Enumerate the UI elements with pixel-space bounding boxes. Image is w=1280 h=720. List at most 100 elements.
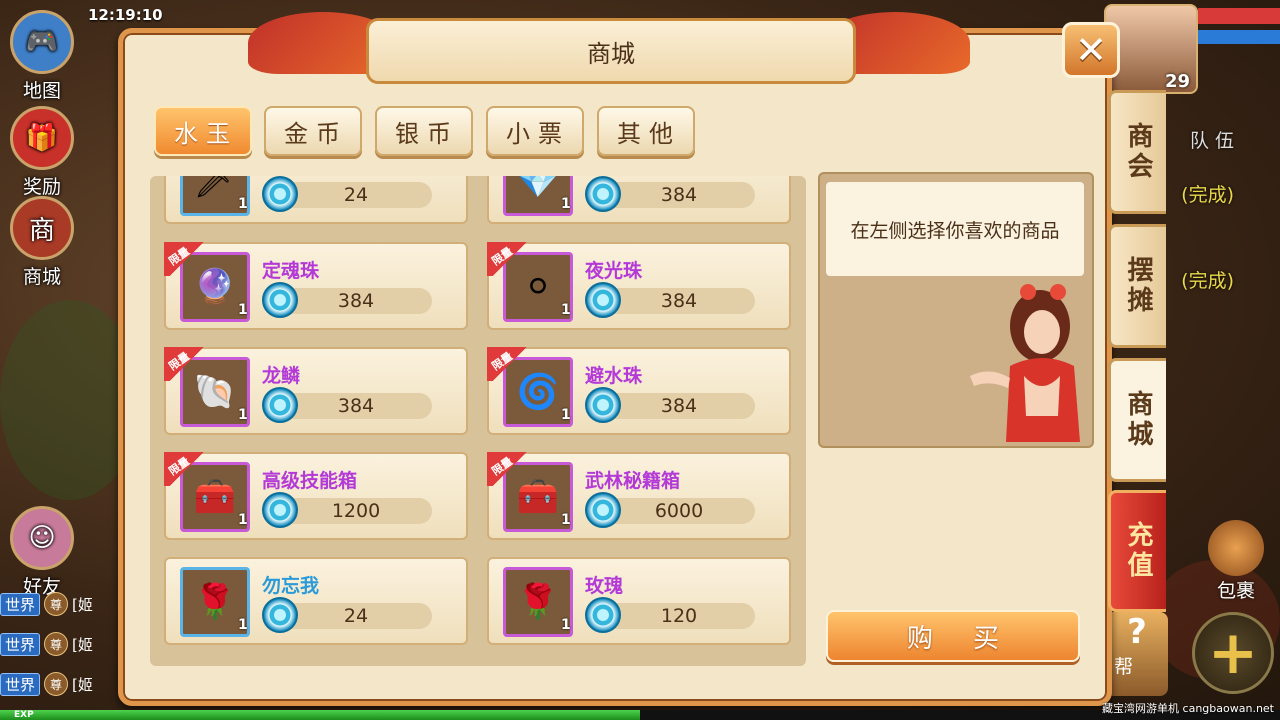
item-price: 384 bbox=[280, 393, 432, 419]
item-quantity: 1 bbox=[561, 512, 571, 528]
item-info-panel: 在左侧选择你喜欢的商品 bbox=[818, 172, 1094, 448]
item-list[interactable]: 🗡 1 24 💎 1 384 🔮 1 限量 定魂珠 384 ⚪ 1 限量 夜光珠 384 🐚 1 限量 龙鳞 384 🌀 1… bbox=[150, 176, 806, 666]
item-name: 避水珠 bbox=[585, 365, 643, 387]
rank-badge-icon: 尊 bbox=[44, 592, 69, 616]
chat-text: [姬 bbox=[72, 635, 93, 654]
tab-xiaopiao[interactable]: 小票 bbox=[486, 106, 584, 156]
side-tab-baitan[interactable]: 摆摊 bbox=[1108, 224, 1166, 348]
item-quantity: 1 bbox=[238, 617, 248, 633]
plus-button[interactable]: + bbox=[1192, 612, 1274, 694]
item-quantity: 1 bbox=[238, 302, 248, 318]
help-label: 帮 bbox=[1114, 656, 1134, 678]
gamepad-icon: 🎮 bbox=[10, 10, 74, 74]
rank-badge-icon: 尊 bbox=[44, 632, 69, 656]
bag-label: 包裹 bbox=[1216, 580, 1255, 602]
item-card[interactable]: 🧰 1 限量 高级技能箱 1200 bbox=[164, 452, 468, 540]
item-card[interactable]: 🔮 1 限量 定魂珠 384 bbox=[164, 242, 468, 330]
item-card[interactable]: ⚪ 1 限量 夜光珠 384 bbox=[487, 242, 791, 330]
item-quantity: 1 bbox=[238, 512, 248, 528]
exp-label: EXP bbox=[14, 710, 34, 720]
watermark: 藏宝湾网游单机 cangbaowan.net bbox=[1102, 702, 1274, 715]
plus-icon: + bbox=[1207, 618, 1259, 688]
chat-channel: 世界 bbox=[0, 592, 41, 616]
tab-qita[interactable]: 其他 bbox=[597, 106, 695, 156]
item-quantity: 1 bbox=[561, 617, 571, 633]
item-quantity: 1 bbox=[238, 196, 248, 212]
chat-channel: 世界 bbox=[0, 632, 41, 656]
chat-line[interactable]: 世界 尊 [姬 bbox=[0, 632, 130, 656]
bag-button[interactable]: 包裹 bbox=[1200, 520, 1272, 606]
limited-badge: 限量 bbox=[164, 452, 210, 486]
chat-line[interactable]: 世界 尊 [姬 bbox=[0, 672, 130, 696]
item-name: 龙鳞 bbox=[262, 365, 301, 387]
reward-bag-icon: 🎁 bbox=[10, 106, 74, 170]
item-price: 384 bbox=[603, 182, 755, 208]
item-card[interactable]: 🧰 1 限量 武林秘籍箱 6000 bbox=[487, 452, 791, 540]
item-name: 定魂珠 bbox=[262, 260, 320, 282]
chat-channel: 世界 bbox=[0, 672, 41, 696]
item-price: 120 bbox=[603, 603, 755, 629]
hp-bar bbox=[1198, 8, 1280, 24]
item-quantity: 1 bbox=[561, 196, 571, 212]
item-name: 玫瑰 bbox=[585, 575, 624, 597]
limited-badge: 限量 bbox=[164, 347, 210, 381]
chat-text: [姬 bbox=[72, 675, 93, 694]
item-card[interactable]: 🌹 1 玫瑰 120 bbox=[487, 557, 791, 645]
chat-line[interactable]: 世界 尊 [姬 bbox=[0, 592, 130, 616]
help-button[interactable]: ? 帮 bbox=[1106, 612, 1168, 696]
tab-shuiyu[interactable]: 水玉 bbox=[154, 106, 252, 156]
item-card[interactable]: 🗡 1 24 bbox=[164, 176, 468, 224]
item-name: 武林秘籍箱 bbox=[585, 470, 681, 492]
side-tab-shangcheng[interactable]: 商城 bbox=[1108, 358, 1166, 482]
bag-icon bbox=[1208, 520, 1264, 576]
jade-coin-icon bbox=[585, 176, 621, 212]
reward-label: 奖励 bbox=[22, 176, 61, 198]
limited-badge-text: 限量 bbox=[166, 349, 193, 374]
jade-coin-icon bbox=[262, 176, 298, 212]
item-card[interactable]: 🌹 1 勿忘我 24 bbox=[164, 557, 468, 645]
jade-coin-icon bbox=[262, 387, 298, 423]
friends-button[interactable]: ☺ 好友 bbox=[4, 506, 80, 599]
item-name: 勿忘我 bbox=[262, 575, 320, 597]
close-icon: ✕ bbox=[1075, 28, 1107, 72]
info-hint: 在左侧选择你喜欢的商品 bbox=[826, 182, 1084, 276]
close-button[interactable]: ✕ bbox=[1062, 22, 1120, 78]
jade-coin-icon bbox=[585, 387, 621, 423]
item-card[interactable]: 🐚 1 限量 龙鳞 384 bbox=[164, 347, 468, 435]
tab-jinbi[interactable]: 金币 bbox=[264, 106, 362, 156]
item-quantity: 1 bbox=[561, 407, 571, 423]
item-price: 24 bbox=[280, 182, 432, 208]
jade-coin-icon bbox=[262, 492, 298, 528]
item-card[interactable]: 🌀 1 限量 避水珠 384 bbox=[487, 347, 791, 435]
item-price: 6000 bbox=[603, 498, 755, 524]
shop-label: 商城 bbox=[22, 266, 61, 288]
clock: 12:19:10 bbox=[88, 6, 163, 24]
limited-badge-text: 限量 bbox=[489, 244, 516, 269]
item-price: 384 bbox=[603, 288, 755, 314]
rank-badge-icon: 尊 bbox=[44, 672, 69, 696]
item-card[interactable]: 💎 1 384 bbox=[487, 176, 791, 224]
buy-button[interactable]: 购买 bbox=[826, 610, 1080, 662]
item-name: 夜光珠 bbox=[585, 260, 643, 282]
jade-coin-icon bbox=[262, 282, 298, 318]
limited-badge-text: 限量 bbox=[166, 454, 193, 479]
item-quantity: 1 bbox=[561, 302, 571, 318]
item-name: 高级技能箱 bbox=[262, 470, 358, 492]
mp-bar bbox=[1198, 30, 1280, 44]
item-price: 1200 bbox=[280, 498, 432, 524]
map-button[interactable]: 🎮 地图 bbox=[4, 10, 80, 103]
npc-shopkeeper-portrait bbox=[970, 284, 1080, 442]
limited-badge-text: 限量 bbox=[489, 349, 516, 374]
reward-button[interactable]: 🎁 奖励 bbox=[4, 106, 80, 199]
item-price: 384 bbox=[603, 393, 755, 419]
side-tab-shanghui[interactable]: 商会 bbox=[1108, 90, 1166, 214]
friend-avatar-icon: ☺ bbox=[10, 506, 74, 570]
exp-bar bbox=[0, 710, 1280, 720]
shop-button[interactable]: 商 商城 bbox=[4, 196, 80, 289]
shop-gate-icon: 商 bbox=[10, 196, 74, 260]
quest-status: (完成) bbox=[1181, 270, 1234, 292]
side-tab-chongzhi[interactable]: 充值 bbox=[1108, 490, 1166, 612]
team-label[interactable]: 队伍 bbox=[1190, 126, 1240, 153]
item-price: 24 bbox=[280, 603, 432, 629]
tab-yinbi[interactable]: 银币 bbox=[375, 106, 473, 156]
